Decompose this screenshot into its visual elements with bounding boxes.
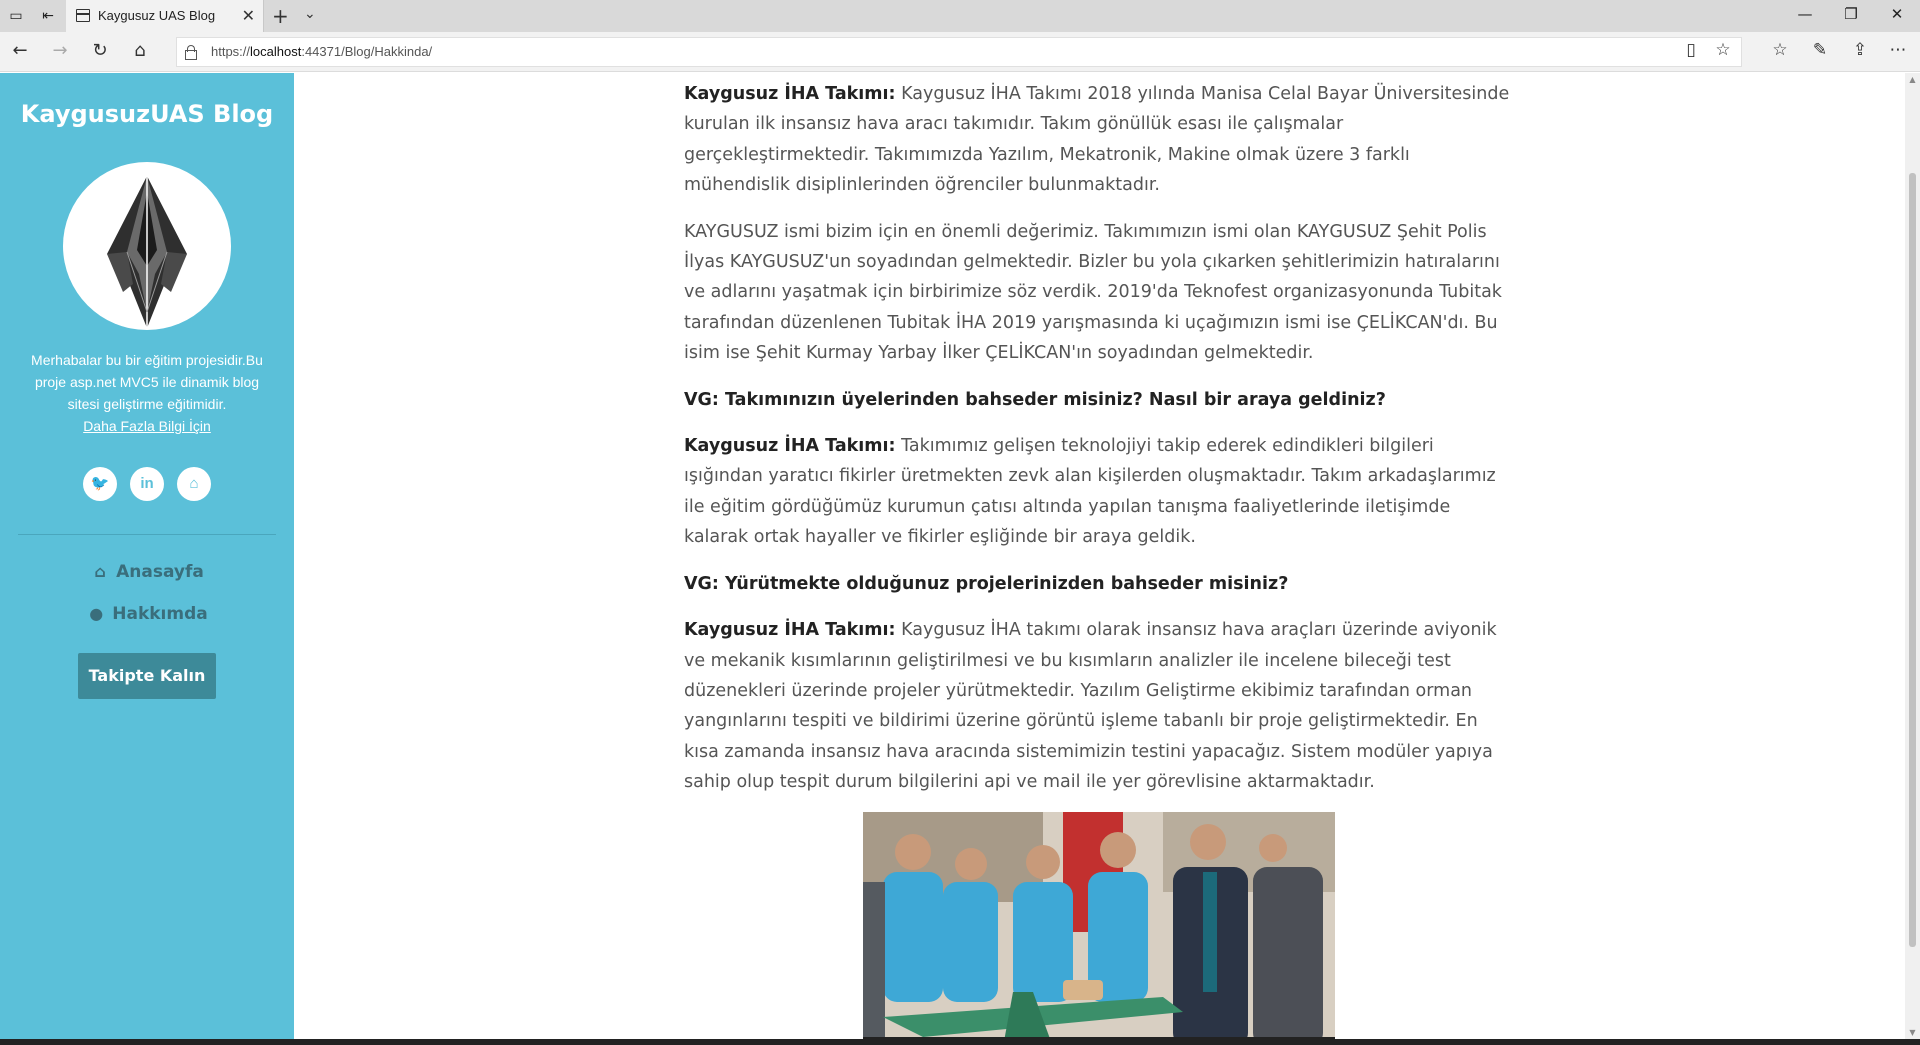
question-heading: VG: Yürütmekte olduğunuz projelerinizden… [684, 573, 1289, 594]
url-text: https://localhost:44371/Blog/Hakkinda/ [211, 44, 433, 59]
team-logo-emblem-icon [107, 176, 187, 328]
nav-item-about[interactable]: ● Hakkımda [0, 604, 294, 634]
team-photo [863, 812, 1335, 1039]
tab-list-chevron-icon[interactable]: ⌄ [304, 6, 316, 22]
page-scrollbar[interactable]: ▲ ▼ [1905, 73, 1920, 1039]
scroll-up-icon[interactable]: ▲ [1905, 75, 1920, 84]
back-icon[interactable]: ← [8, 40, 32, 61]
article-body: Kaygusuz İHA Takımı: Kaygusuz İHA Takımı… [684, 79, 1514, 814]
nav-item-label: Hakkımda [112, 604, 208, 624]
reading-view-icon[interactable]: ▯ [1679, 40, 1703, 60]
new-tab-icon[interactable]: + [272, 4, 289, 28]
share-icon[interactable]: ⇪ [1848, 40, 1872, 60]
refresh-icon[interactable]: ↻ [88, 40, 112, 61]
brand-title[interactable]: KaygusuzUAS Blog [0, 100, 294, 128]
address-bar[interactable]: https://localhost:44371/Blog/Hakkinda/ ▯… [176, 37, 1742, 67]
scrollbar-thumb[interactable] [1909, 173, 1916, 947]
paragraph: Kaygusuz İHA Takımı: Kaygusuz İHA Takımı… [684, 84, 1510, 196]
nav-item-home[interactable]: ⌂ Anasayfa [0, 562, 294, 592]
question-heading: VG: Takımınızın üyelerinden bahseder mis… [684, 389, 1386, 410]
more-icon[interactable]: ⋯ [1886, 40, 1910, 60]
twitter-icon[interactable]: 🐦 [83, 467, 117, 501]
lock-icon [185, 45, 197, 60]
social-links: 🐦 in ⌂ [0, 467, 294, 501]
paragraph: Kaygusuz İHA Takımı: Kaygusuz İHA takımı… [684, 620, 1497, 793]
home-icon: ⌂ [94, 562, 106, 581]
paragraph: Kaygusuz İHA Takımı: Takımımız gelişen t… [684, 436, 1496, 548]
close-tab-icon[interactable]: ✕ [242, 6, 255, 25]
tab-actions-icon[interactable]: ▭ [6, 6, 26, 26]
nav-item-label: Anasayfa [116, 562, 204, 582]
sidebar: KaygusuzUAS Blog Merhabalar bu bir eğiti… [0, 73, 294, 1045]
user-icon: ● [89, 604, 104, 623]
set-tabs-aside-icon[interactable]: ⇤ [38, 6, 58, 26]
paragraph: KAYGUSUZ ismi bizim için en önemli değer… [684, 221, 1502, 364]
favorites-list-icon[interactable]: ☆ [1768, 40, 1792, 60]
linkedin-icon[interactable]: in [130, 467, 164, 501]
restore-icon[interactable]: ❐ [1836, 5, 1866, 23]
browser-tab[interactable]: Kaygusuz UAS Blog ✕ [66, 0, 264, 32]
team-logo [63, 162, 231, 330]
browser-tab-bar: ▭ ⇤ Kaygusuz UAS Blog ✕ + ⌄ — ❐ ✕ [0, 0, 1920, 32]
close-window-icon[interactable]: ✕ [1882, 5, 1912, 23]
tab-title: Kaygusuz UAS Blog [98, 8, 216, 23]
taskbar-edge [0, 1039, 1920, 1045]
minimize-icon[interactable]: — [1790, 5, 1820, 23]
favorite-star-icon[interactable]: ☆ [1711, 40, 1735, 60]
forward-icon[interactable]: → [48, 40, 72, 61]
follow-button[interactable]: Takipte Kalın [78, 653, 216, 699]
home-icon[interactable]: ⌂ [128, 40, 152, 61]
main-content: Kaygusuz İHA Takımı: Kaygusuz İHA Takımı… [294, 73, 1905, 1039]
scroll-down-icon[interactable]: ▼ [1905, 1028, 1920, 1037]
github-icon[interactable]: ⌂ [177, 467, 211, 501]
team-photo-illustration [863, 812, 1335, 1039]
bio-text: Merhabalar bu bir eğitim projesidir.Bu p… [18, 349, 276, 437]
notes-pen-icon[interactable]: ✎ [1808, 40, 1832, 60]
browser-toolbar: ← → ↻ ⌂ https://localhost:44371/Blog/Hak… [0, 32, 1920, 72]
sidebar-divider [18, 534, 276, 535]
more-info-link[interactable]: Daha Fazla Bilgi İçin [83, 415, 211, 437]
page-favicon-icon [76, 9, 90, 22]
